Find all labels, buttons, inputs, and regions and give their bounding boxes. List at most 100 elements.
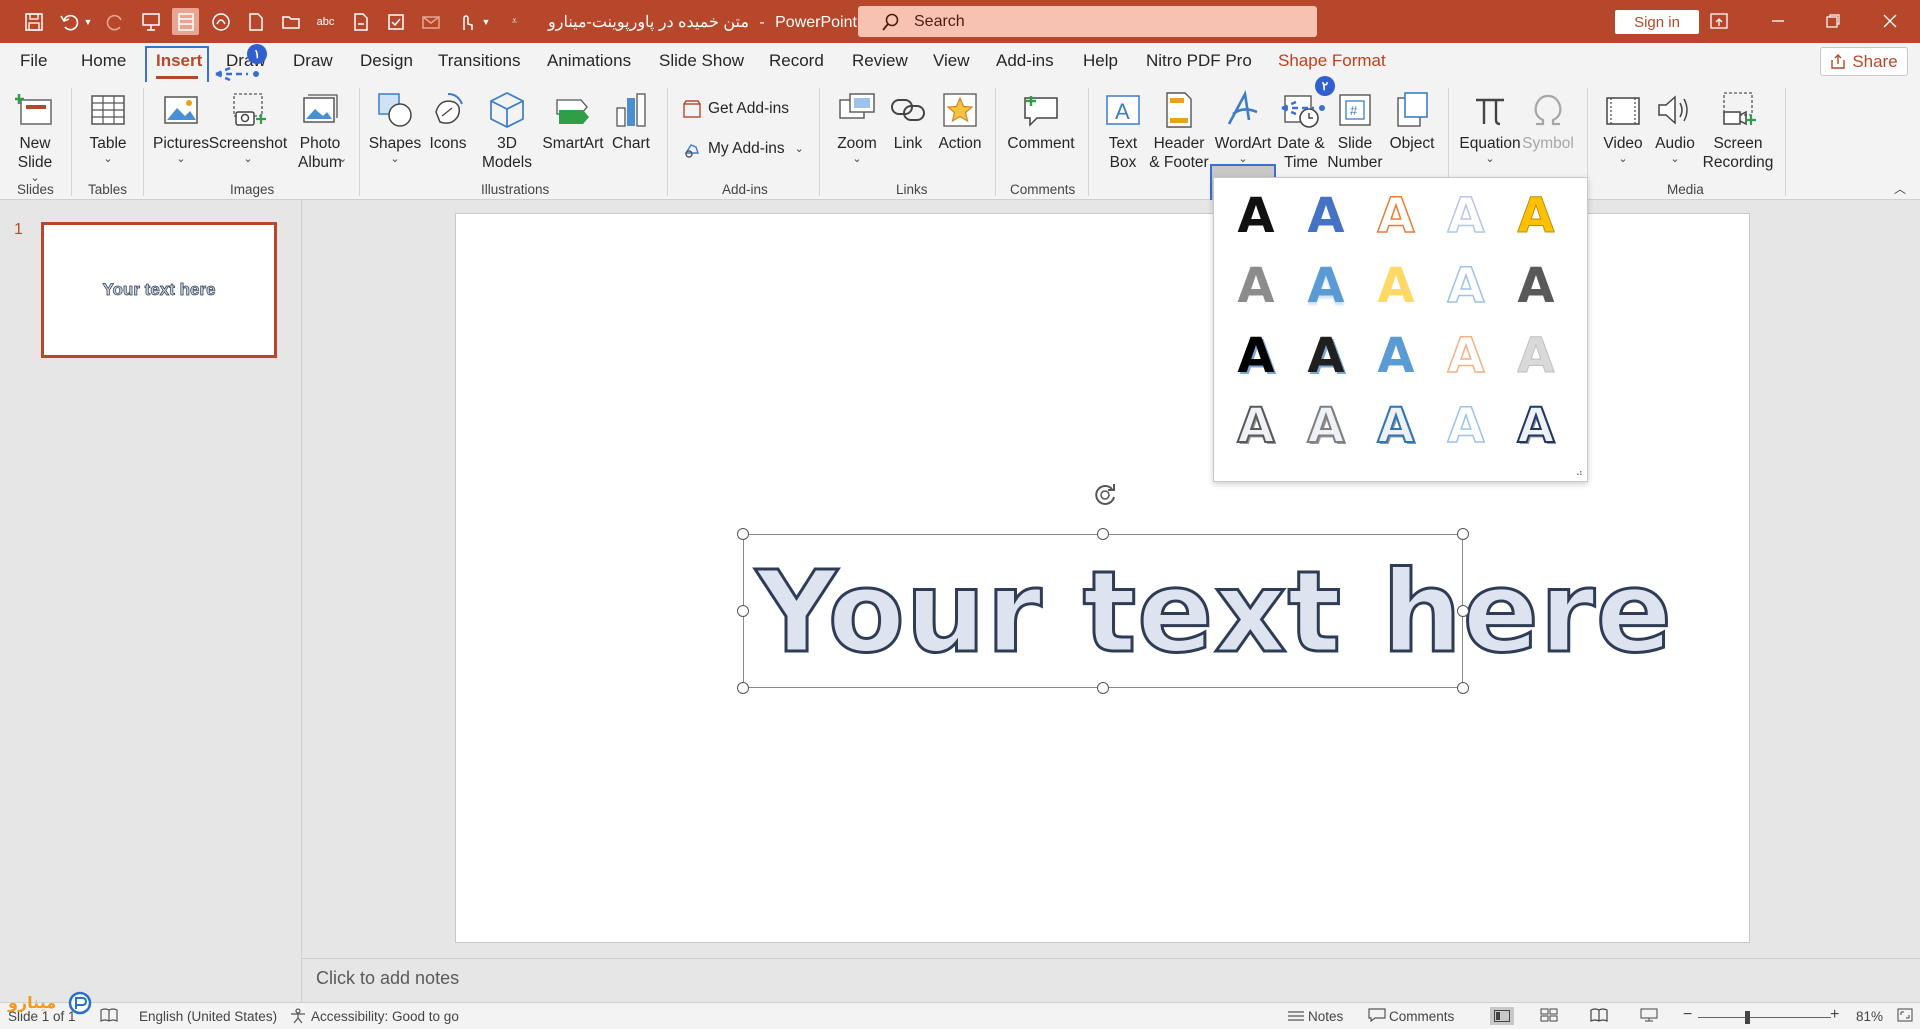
slide-thumbnail[interactable]: Your text here <box>41 222 277 358</box>
wordart-style-option[interactable]: A <box>1436 256 1496 316</box>
wordart-text[interactable]: Your text here <box>755 547 1674 680</box>
restore-icon[interactable] <box>1820 8 1846 34</box>
link-button[interactable]: Link <box>886 90 930 153</box>
text-box-button[interactable]: A Text Box <box>1098 90 1148 172</box>
gallery-resize-grip-icon[interactable]: ⠴ <box>1576 468 1583 479</box>
wordart-style-option[interactable]: A <box>1366 256 1426 316</box>
ribbon-display-icon[interactable] <box>1706 8 1732 34</box>
tab-help[interactable]: Help <box>1083 51 1118 71</box>
wordart-style-option[interactable]: A <box>1226 396 1286 456</box>
tab-view[interactable]: View <box>933 51 970 71</box>
pictures-button[interactable]: Pictures ⌄ <box>152 90 210 165</box>
accessibility-status[interactable]: Accessibility: Good to go <box>311 1009 459 1024</box>
resize-handle-w[interactable] <box>737 605 749 617</box>
email-icon[interactable] <box>417 8 444 35</box>
zoom-level[interactable]: 81% <box>1856 1009 1883 1024</box>
wordart-style-option[interactable]: A <box>1226 186 1286 246</box>
notes-pane[interactable]: Click to add notes <box>302 958 1920 1002</box>
wordart-style-option[interactable]: A <box>1296 256 1356 316</box>
get-add-ins-button[interactable]: Get Add-ins <box>682 99 789 119</box>
symbol-button[interactable]: Symbol <box>1522 90 1574 153</box>
wordart-style-option[interactable]: A <box>1436 396 1496 456</box>
photo-album-button[interactable]: Photo Album ⌄ <box>290 90 350 172</box>
search-box[interactable]: Search <box>858 6 1317 37</box>
notes-icon[interactable] <box>1287 1008 1305 1025</box>
accessibility-icon[interactable] <box>289 1008 307 1027</box>
fit-to-window-icon[interactable] <box>1897 1008 1913 1025</box>
zoom-in-button[interactable]: + <box>1830 1006 1839 1024</box>
wordart-style-option[interactable]: A <box>1436 186 1496 246</box>
collapse-ribbon-icon[interactable]: ︿ <box>1894 180 1906 197</box>
undo-dropdown-icon[interactable]: ▼ <box>82 8 94 35</box>
wordart-style-option[interactable]: A <box>1296 186 1356 246</box>
chart-button[interactable]: Chart <box>606 90 656 153</box>
object-button[interactable]: Object <box>1386 90 1438 153</box>
slide-number-button[interactable]: # Slide Number <box>1326 90 1384 172</box>
tab-transitions[interactable]: Transitions <box>438 51 521 71</box>
save-icon[interactable] <box>20 8 47 35</box>
draw-icon[interactable] <box>207 8 234 35</box>
language-status[interactable]: English (United States) <box>139 1009 277 1024</box>
comments-toggle[interactable]: Comments <box>1389 1009 1454 1024</box>
open-folder-icon[interactable] <box>277 8 304 35</box>
resize-handle-nw[interactable] <box>737 528 749 540</box>
slide-sorter-icon[interactable] <box>1540 1008 1558 1025</box>
zoom-out-button[interactable]: − <box>1683 1006 1692 1024</box>
new-slide-button[interactable]: New Slide ⌄ <box>10 90 60 184</box>
resize-handle-e[interactable] <box>1457 605 1469 617</box>
my-add-ins-button[interactable]: My Add-ins ⌄ <box>682 139 804 159</box>
wordart-style-option[interactable]: A <box>1506 186 1566 246</box>
wordart-button[interactable]: WordArt ⌄ <box>1212 90 1274 165</box>
zoom-button[interactable]: Zoom ⌄ <box>832 90 882 165</box>
resize-handle-n[interactable] <box>1097 528 1109 540</box>
header-footer-button[interactable]: Header & Footer <box>1148 90 1210 172</box>
wordart-style-option[interactable]: A <box>1226 256 1286 316</box>
tab-animations[interactable]: Animations <box>547 51 631 71</box>
wordart-style-option[interactable]: A <box>1436 326 1496 386</box>
check-icon[interactable] <box>382 8 409 35</box>
touch-mode-icon[interactable] <box>452 8 479 35</box>
tab-shape-format[interactable]: Shape Format <box>1278 51 1386 71</box>
layout-icon[interactable] <box>172 8 199 35</box>
smartart-button[interactable]: SmartArt <box>540 90 606 153</box>
table-button[interactable]: Table ⌄ <box>84 90 132 165</box>
more-dropdown-icon[interactable]: ▼ <box>479 8 493 35</box>
tab-nitro-pdf[interactable]: Nitro PDF Pro <box>1146 51 1252 71</box>
tab-design[interactable]: Design <box>360 51 413 71</box>
tab-review[interactable]: Review <box>852 51 908 71</box>
wordart-style-option[interactable]: A <box>1296 396 1356 456</box>
resize-handle-ne[interactable] <box>1457 528 1469 540</box>
comment-button[interactable]: Comment <box>1006 90 1076 153</box>
resize-handle-s[interactable] <box>1097 682 1109 694</box>
tab-add-ins[interactable]: Add-ins <box>996 51 1054 71</box>
video-button[interactable]: Video ⌄ <box>1598 90 1648 165</box>
close-icon[interactable] <box>1877 8 1903 34</box>
wordart-style-option[interactable]: A <box>1366 396 1426 456</box>
wordart-style-option[interactable]: A <box>1506 256 1566 316</box>
wordart-style-option[interactable]: A <box>1506 396 1566 456</box>
3d-models-button[interactable]: 3D Models <box>474 90 540 172</box>
comments-icon[interactable] <box>1368 1008 1386 1025</box>
tab-slide-show[interactable]: Slide Show <box>659 51 744 71</box>
minimize-icon[interactable] <box>1765 8 1791 34</box>
new-file-icon[interactable] <box>242 8 269 35</box>
tab-file[interactable]: File <box>20 51 47 71</box>
undo-icon[interactable] <box>55 8 82 35</box>
screenshot-button[interactable]: Screenshot ⌄ <box>209 90 287 165</box>
shapes-button[interactable]: Shapes ⌄ <box>368 90 422 165</box>
audio-button[interactable]: Audio ⌄ <box>1650 90 1700 165</box>
pdf-icon[interactable] <box>347 8 374 35</box>
spelling-book-icon[interactable] <box>100 1008 118 1025</box>
wordart-style-option[interactable]: A <box>1226 326 1286 386</box>
screen-recording-button[interactable]: Screen Recording <box>1702 90 1774 172</box>
resize-handle-se[interactable] <box>1457 682 1469 694</box>
icons-button[interactable]: Icons <box>424 90 472 153</box>
equation-button[interactable]: Equation ⌄ <box>1458 90 1522 165</box>
share-button[interactable]: Share <box>1820 47 1908 76</box>
action-button[interactable]: Action <box>934 90 986 153</box>
reading-view-icon[interactable] <box>1590 1008 1608 1025</box>
spelling-icon[interactable]: abc <box>312 8 339 35</box>
present-icon[interactable] <box>137 8 164 35</box>
normal-view-icon[interactable] <box>1490 1007 1514 1025</box>
wordart-style-option[interactable]: A <box>1366 326 1426 386</box>
